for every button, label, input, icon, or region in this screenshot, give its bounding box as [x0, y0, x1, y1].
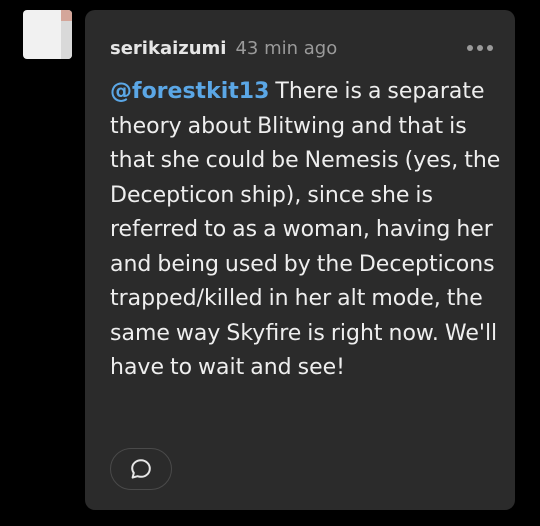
mention-link[interactable]: @forestkit13 [110, 79, 269, 104]
reply-header: serikaizumi 43 min ago [110, 34, 495, 62]
reply-body: @forestkit13 There is a separate theory … [110, 75, 502, 386]
avatar[interactable] [23, 10, 72, 59]
more-options-icon[interactable] [465, 41, 495, 55]
speech-bubble-icon [131, 459, 151, 479]
more-dot [487, 45, 493, 51]
reply-text: There is a separate theory about Blitwin… [110, 79, 501, 380]
username-link[interactable]: serikaizumi [110, 38, 226, 59]
more-dot [477, 45, 483, 51]
reply-card: serikaizumi 43 min ago @forestkit13 Ther… [85, 10, 515, 510]
avatar-corner [61, 10, 72, 21]
more-dot [467, 45, 473, 51]
reply-button[interactable] [110, 448, 172, 490]
timestamp[interactable]: 43 min ago [235, 38, 337, 59]
